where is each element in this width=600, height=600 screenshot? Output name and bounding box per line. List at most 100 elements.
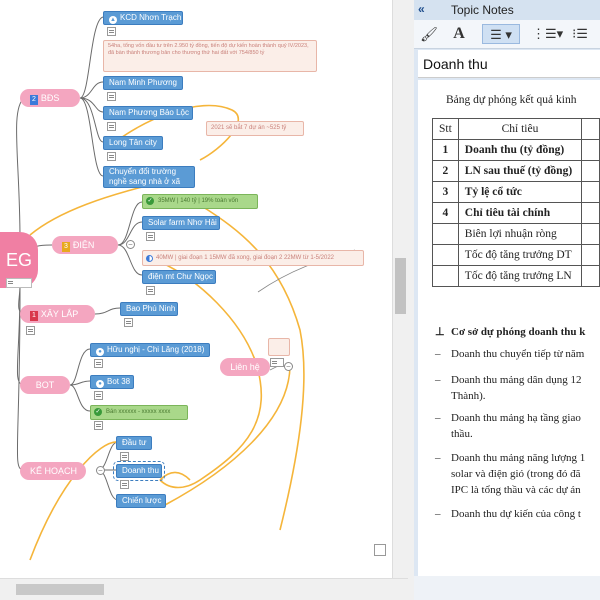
- format-painter-icon[interactable]: 🖌: [418, 24, 440, 44]
- topic-bot-green[interactable]: ✓ Bán xxxxxx - xxxxx xxxx: [90, 405, 188, 420]
- collapse-toggle[interactable]: –: [284, 362, 293, 371]
- note-icon[interactable]: [94, 391, 103, 400]
- table-cell: [581, 181, 600, 203]
- branch-bds-label: BĐS: [40, 93, 60, 103]
- topic-huu-nghi[interactable]: ● Hữu nghị - Chi Lăng (2018): [90, 343, 210, 357]
- topic-dau-tu[interactable]: Đầu tư: [116, 436, 152, 450]
- note-icon[interactable]: [107, 92, 116, 101]
- table-cell-label: Tỷ lệ cổ tức: [457, 181, 583, 203]
- connector-lines: [16, 16, 356, 561]
- topic-label: Bán xxxxxx - xxxxx xxxx: [106, 409, 171, 415]
- branch-bds[interactable]: 2 BĐS: [20, 89, 80, 107]
- branch-bot-label: BOT: [35, 380, 55, 390]
- vertical-scrollbar[interactable]: [392, 0, 408, 578]
- topic-bao-phu-ninh[interactable]: Bao Phú Ninh: [120, 302, 178, 316]
- note-icon[interactable]: [120, 480, 129, 489]
- topic-label: 35MW | 140 tỷ | 19% toàn vốn: [158, 198, 239, 204]
- topic-solar-green[interactable]: ✓ 35MW | 140 tỷ | 19% toàn vốn: [142, 194, 258, 209]
- central-topic-label: EG: [5, 250, 32, 270]
- branch-xay-lap[interactable]: 1 XÂY LẮP: [20, 305, 95, 323]
- scroll-thumb[interactable]: [395, 258, 406, 314]
- topic-chien-luoc[interactable]: Chiến lược: [116, 494, 166, 508]
- priority-1-icon: 1: [30, 311, 38, 321]
- branch-dien[interactable]: 3 ĐIỆN: [52, 236, 118, 254]
- panel-horizontal-scrollbar[interactable]: [414, 576, 600, 600]
- table-cell-label: LN sau thuế (tỷ đồng): [457, 160, 583, 182]
- table-cell-stt: 2: [432, 160, 459, 182]
- branch-bot[interactable]: BOT: [20, 376, 70, 394]
- horizontal-scrollbar[interactable]: [0, 578, 408, 600]
- topic-dien-gio[interactable]: điện mt Chư Ngọc: [142, 270, 216, 284]
- note-icon[interactable]: [120, 452, 129, 461]
- scroll-thumb[interactable]: [16, 584, 104, 595]
- topic-label: Đầu tư: [122, 438, 147, 447]
- topic-kcd-nhon-trach[interactable]: ▲ KCD Nhơn Trạch: [103, 11, 183, 25]
- note-document[interactable]: Bảng dự phóng kết quả kinh Stt Chỉ tiêu …: [418, 80, 600, 576]
- collapse-panel-icon[interactable]: «: [418, 2, 425, 16]
- topic-solar-farm[interactable]: Solar farm Nhơ Hải: [142, 216, 220, 230]
- topic-bot-38[interactable]: ● Bot 38: [90, 375, 134, 389]
- bullet-item: – Doanh thu chuyển tiếp từ năm: [435, 346, 584, 362]
- topic-long-tan-city[interactable]: Long Tân city: [103, 136, 163, 150]
- note-icon[interactable]: [94, 359, 103, 368]
- topic-label: Solar farm Nhơ Hải: [148, 218, 217, 227]
- bullet-marker: –: [435, 374, 441, 386]
- numbered-list-icon[interactable]: ⋮☰▾: [532, 24, 563, 44]
- central-note-icon[interactable]: [6, 278, 32, 288]
- bullet-marker: –: [435, 452, 441, 464]
- note-icon[interactable]: [146, 232, 155, 241]
- note-icon[interactable]: [107, 152, 116, 161]
- fit-map-button[interactable]: [374, 544, 386, 556]
- lien-he-callout[interactable]: [268, 338, 290, 356]
- note-icon[interactable]: [124, 318, 133, 327]
- topic-long-tan-note[interactable]: 2021 sẽ bắt 7 dự án ~525 tỷ: [206, 121, 304, 136]
- branch-ke-hoach-label: KẾ HOẠCH: [30, 466, 78, 476]
- note-icon[interactable]: [107, 27, 116, 36]
- table-cell: [581, 202, 600, 224]
- bullet-item: IPC là tổng thầu và các dự án: [435, 482, 581, 498]
- check-icon: ✓: [94, 408, 102, 416]
- topic-dien-gio-note[interactable]: 40MW | giai đoạn 1 15MW đã xong, giai đo…: [142, 250, 364, 266]
- topic-label: Chuyển đổi trường nghề sang nhà ở xã hội: [109, 167, 181, 186]
- table-row: 2 LN sau thuế (tỷ đồng): [432, 160, 600, 182]
- table-header: [581, 118, 600, 140]
- topic-nam-phuong-bao-loc[interactable]: Nam Phương Bảo Lộc: [103, 106, 193, 120]
- note-icon[interactable]: [26, 326, 35, 335]
- table-row: 1 Doanh thu (tỷ đồng): [432, 139, 600, 161]
- table-cell-label: Tốc độ tăng trưởng LN: [457, 265, 583, 287]
- table-row: 3 Tỷ lệ cổ tức: [432, 181, 600, 203]
- priority-2-icon: 2: [30, 95, 38, 105]
- panel-title: Topic Notes: [451, 3, 514, 17]
- table-cell-stt: 4: [432, 202, 459, 224]
- note-title-text: Doanh thu: [423, 56, 488, 72]
- table-row: 4 Chỉ tiêu tài chính: [432, 202, 600, 224]
- bullet-item: – Doanh thu mảng năng lượng 1: [435, 450, 585, 466]
- branch-lien-he[interactable]: Liên hệ: [220, 358, 270, 376]
- branch-lien-he-label: Liên hệ: [230, 362, 260, 372]
- topic-nam-minh-phuong[interactable]: Nam Minh Phương: [103, 76, 183, 90]
- bullet-list-icon[interactable]: ⁝☰: [566, 24, 594, 44]
- note-icon[interactable]: [146, 286, 155, 295]
- marker-icon: ●: [96, 380, 104, 388]
- table-cell-stt: [432, 223, 459, 245]
- note-text: 40MW | giai đoạn 1 15MW đã xong, giai đo…: [156, 255, 335, 261]
- table-cell: [581, 244, 600, 266]
- bullet-text: Doanh thu chuyển tiếp từ năm: [451, 348, 585, 360]
- note-icon[interactable]: [107, 122, 116, 131]
- collapse-toggle[interactable]: –: [96, 466, 105, 475]
- collapse-toggle[interactable]: –: [126, 240, 135, 249]
- align-dropdown-icon[interactable]: ☰ ▾: [482, 24, 520, 44]
- note-title-field[interactable]: Doanh thu: [418, 50, 600, 78]
- topic-kcd-note[interactable]: 54ha, tổng vốn đầu tư trên 2.950 tỷ đồng…: [103, 40, 317, 72]
- note-icon[interactable]: [270, 358, 284, 367]
- bullet-text: solar và điện gió (trong đó đã: [451, 468, 581, 480]
- note-icon[interactable]: [94, 421, 103, 430]
- bullet-text: Doanh thu mảng dân dụng 12: [451, 374, 582, 386]
- topic-chuyen-doi[interactable]: Chuyển đổi trường nghề sang nhà ở xã hội: [103, 166, 195, 188]
- topic-doanh-thu-selected[interactable]: Doanh thu: [113, 461, 165, 481]
- table-cell-stt: 3: [432, 181, 459, 203]
- topic-label: điện mt Chư Ngọc: [148, 272, 213, 281]
- mindmap-canvas[interactable]: EG 2 BĐS ▲ KCD Nhơn Trạch 54ha, tổng vốn đ…: [0, 0, 392, 578]
- font-icon[interactable]: A: [448, 24, 470, 44]
- branch-ke-hoach[interactable]: KẾ HOẠCH: [20, 462, 86, 480]
